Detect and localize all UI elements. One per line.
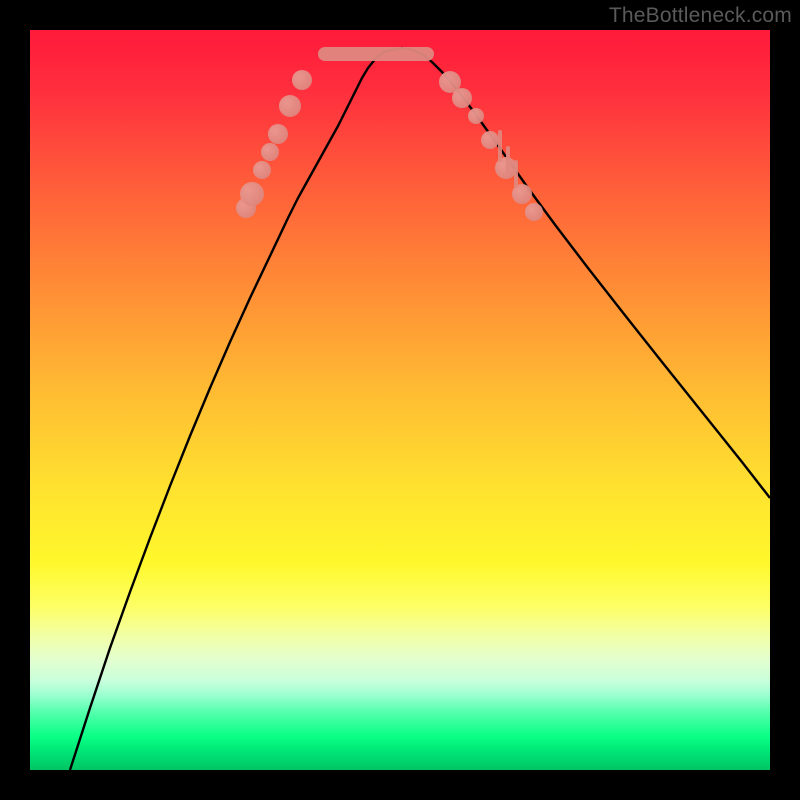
data-marker	[452, 88, 472, 108]
data-spike	[498, 130, 502, 162]
data-marker	[261, 143, 279, 161]
data-marker	[240, 182, 264, 206]
bottom-marker-bar	[318, 47, 434, 61]
data-spike	[514, 160, 518, 188]
data-marker	[481, 131, 499, 149]
data-marker	[525, 203, 543, 221]
data-marker	[279, 95, 301, 117]
watermark-text: TheBottleneck.com	[609, 4, 792, 28]
data-marker	[468, 108, 484, 124]
data-marker	[268, 124, 288, 144]
data-marker	[253, 161, 271, 179]
data-spike	[506, 146, 510, 174]
data-marker	[292, 70, 312, 90]
